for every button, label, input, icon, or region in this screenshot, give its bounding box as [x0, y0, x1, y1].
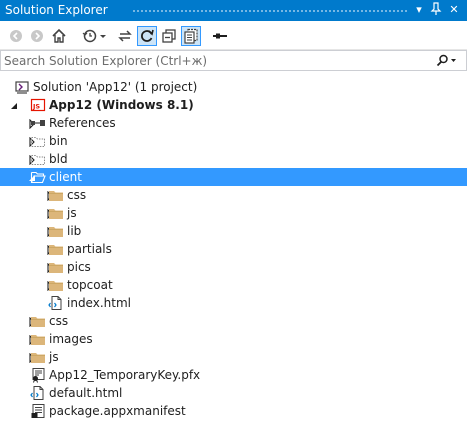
tree-item[interactable]: js: [0, 348, 467, 366]
svg-text:JS: JS: [32, 103, 40, 111]
search-box: [0, 50, 467, 71]
folder-icon: [30, 313, 46, 329]
tree-item-label: App12_TemporaryKey.pfx: [49, 368, 201, 382]
tree-item[interactable]: images: [0, 330, 467, 348]
sync-with-active-document-button[interactable]: [115, 26, 135, 46]
tree-item[interactable]: topcoat: [0, 276, 467, 294]
folder-icon: [48, 277, 64, 293]
html-file-icon: [30, 385, 46, 401]
pin-icon[interactable]: [428, 2, 444, 18]
tree-item-label: pics: [67, 260, 91, 274]
tree-item[interactable]: pics: [0, 258, 467, 276]
js-project-icon: JS: [30, 97, 46, 113]
folder-open-icon: [30, 169, 46, 185]
folder-icon: [30, 349, 46, 365]
forward-button[interactable]: [27, 26, 47, 46]
properties-icon: [213, 33, 227, 39]
back-button[interactable]: [6, 26, 26, 46]
collapse-all-button[interactable]: [159, 26, 179, 46]
tree-item-label: js: [49, 350, 59, 364]
solution-tree: Solution 'App12' (1 project) JS App12 (Win…: [0, 75, 467, 426]
tree-item[interactable]: default.html: [0, 384, 467, 402]
tree-item-label: index.html: [67, 296, 131, 310]
tree-item-label: bin: [49, 134, 68, 148]
manifest-file-icon: [30, 403, 46, 419]
tree-item[interactable]: App12_TemporaryKey.pfx: [0, 366, 467, 384]
home-icon: [52, 28, 66, 43]
tree-item[interactable]: partials: [0, 240, 467, 258]
show-all-files-button[interactable]: [181, 26, 201, 46]
tree-item[interactable]: package.appxmanifest: [0, 402, 467, 420]
tree-item-label: lib: [67, 224, 82, 238]
tree-item[interactable]: JS App12 (Windows 8.1): [0, 96, 467, 114]
tree-item[interactable]: bld: [0, 150, 467, 168]
folder-icon: [48, 259, 64, 275]
window-title: Solution Explorer: [5, 3, 108, 17]
pending-changes-filter-button[interactable]: [80, 26, 110, 46]
title-drag-grip[interactable]: [132, 9, 408, 14]
folder-icon: [48, 223, 64, 239]
folder-hidden-icon: [30, 133, 46, 149]
search-input[interactable]: [4, 53, 424, 69]
tree-item-label: References: [49, 116, 116, 130]
tree-item[interactable]: css: [0, 186, 467, 204]
tree-item[interactable]: css: [0, 312, 467, 330]
refresh-button[interactable]: [137, 26, 157, 46]
tree-item[interactable]: js: [0, 204, 467, 222]
tree-item[interactable]: lib: [0, 222, 467, 240]
folder-icon: [48, 187, 64, 203]
tree-item-label: js: [67, 206, 77, 220]
tree-item[interactable]: index.html: [0, 294, 467, 312]
tree-item-label: css: [49, 314, 69, 328]
html-file-icon: [48, 295, 64, 311]
solution-explorer-toolbar: [0, 21, 467, 50]
show-all-files-icon: [184, 28, 198, 44]
tree-item[interactable]: client: [0, 168, 467, 186]
references-icon: [30, 115, 46, 131]
folder-hidden-icon: [30, 151, 46, 167]
window-position-dropdown-icon[interactable]: ▾: [411, 2, 427, 18]
refresh-icon: [141, 29, 154, 42]
tree-item-label: App12 (Windows 8.1): [49, 98, 194, 112]
search-icon[interactable]: [436, 54, 458, 68]
tree-item-label: topcoat: [67, 278, 113, 292]
sync-icon: [118, 30, 132, 42]
folder-icon: [48, 205, 64, 221]
home-button[interactable]: [49, 26, 69, 46]
tree-item-label: default.html: [49, 386, 123, 400]
close-icon[interactable]: ✕: [446, 2, 462, 18]
solution-icon: [14, 79, 30, 95]
tree-item[interactable]: bin: [0, 132, 467, 150]
tree-item-label: images: [49, 332, 93, 346]
certificate-file-icon: [30, 367, 46, 383]
back-arrow-icon: [10, 30, 22, 42]
tree-item[interactable]: References: [0, 114, 467, 132]
collapse-all-icon: [162, 29, 176, 43]
tree-item-label: bld: [49, 152, 68, 166]
tree-item-label: Solution 'App12' (1 project): [33, 80, 198, 94]
tree-item-label: css: [67, 188, 87, 202]
tree-item[interactable]: Solution 'App12' (1 project): [0, 78, 467, 96]
window-title-bar: Solution Explorer ▾ ✕: [0, 0, 467, 21]
tree-item-label: package.appxmanifest: [49, 404, 186, 418]
forward-arrow-icon: [31, 30, 43, 42]
folder-icon: [30, 331, 46, 347]
properties-button[interactable]: [210, 26, 230, 46]
folder-icon: [48, 241, 64, 257]
collapse-arrow-icon[interactable]: [9, 100, 19, 110]
tree-item-label: client: [49, 170, 82, 184]
clock-filter-icon: [82, 29, 106, 43]
tree-item-label: partials: [67, 242, 112, 256]
